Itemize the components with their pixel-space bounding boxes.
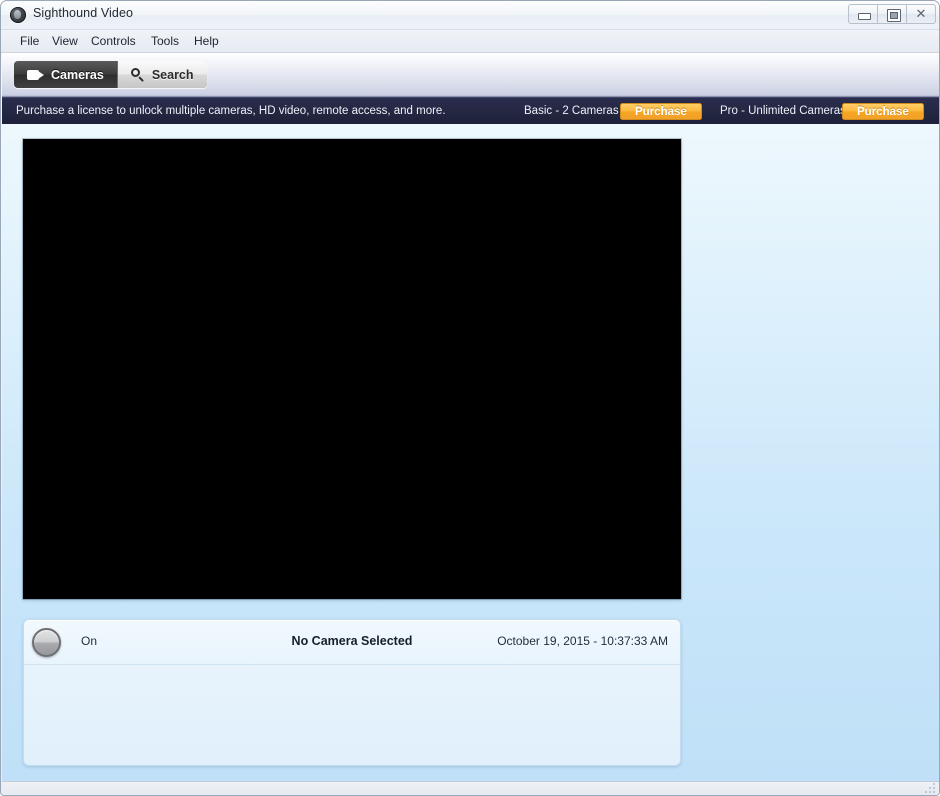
toolbar: Cameras Search: [2, 53, 939, 97]
tab-search-label: Search: [151, 67, 194, 82]
view-mode-segmented-control: Cameras Search: [14, 61, 207, 88]
menu-item-help[interactable]: Help: [189, 33, 224, 49]
license-banner: Purchase a license to unlock multiple ca…: [2, 97, 939, 125]
menu-item-controls[interactable]: Controls: [86, 33, 141, 49]
menu-item-tools[interactable]: Tools: [146, 33, 184, 49]
application-window: Sighthound Video ✕ File View Controls To…: [0, 0, 940, 796]
menu-item-file[interactable]: File: [15, 33, 44, 49]
menu-item-view[interactable]: View: [47, 33, 83, 49]
window-controls: ✕: [848, 4, 936, 24]
camera-status-row: On No Camera Selected October 19, 2015 -…: [24, 620, 680, 665]
resize-grip[interactable]: [925, 783, 937, 795]
tab-search[interactable]: Search: [116, 61, 207, 88]
minimize-icon: [858, 13, 871, 20]
video-preview[interactable]: [23, 139, 681, 599]
tab-cameras-label: Cameras: [51, 67, 104, 82]
purchase-button-basic[interactable]: Purchase: [620, 102, 702, 120]
close-icon: ✕: [915, 6, 927, 22]
tier-label-pro: Pro - Unlimited Cameras: [720, 105, 846, 117]
camera-status-panel: On No Camera Selected October 19, 2015 -…: [23, 619, 681, 766]
tab-cameras[interactable]: Cameras: [14, 61, 117, 88]
window-title: Sighthound Video: [33, 6, 134, 20]
current-timestamp: October 19, 2015 - 10:37:33 AM: [497, 634, 668, 648]
video-camera-icon: [27, 69, 44, 80]
tier-label-basic: Basic - 2 Cameras: [524, 105, 619, 117]
menu-bar: File View Controls Tools Help: [1, 30, 939, 53]
window-footer: [2, 781, 939, 795]
sighthound-logo-icon: [10, 7, 26, 23]
magnifier-icon: [130, 67, 145, 82]
main-content: On No Camera Selected October 19, 2015 -…: [2, 124, 939, 781]
title-bar: Sighthound Video ✕: [1, 1, 939, 30]
maximize-button[interactable]: [877, 4, 907, 24]
minimize-button[interactable]: [848, 4, 878, 24]
purchase-button-pro[interactable]: Purchase: [842, 102, 924, 120]
close-button[interactable]: ✕: [906, 4, 936, 24]
maximize-icon: [887, 9, 901, 22]
license-banner-message: Purchase a license to unlock multiple ca…: [16, 105, 446, 117]
